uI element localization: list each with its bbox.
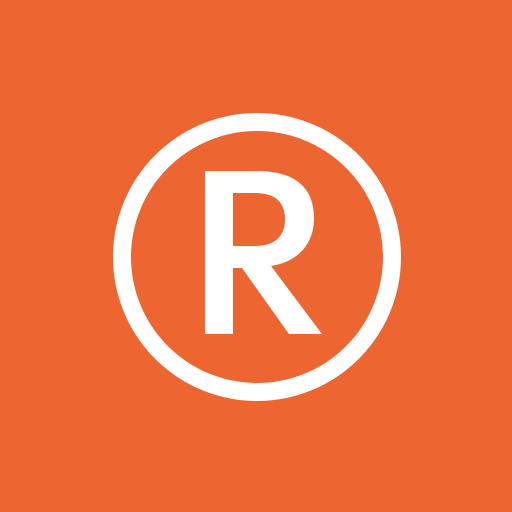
- app-icon-canvas: [0, 0, 512, 512]
- registered-trademark-icon: [113, 113, 401, 401]
- registered-mark-letter-r: [205, 171, 322, 334]
